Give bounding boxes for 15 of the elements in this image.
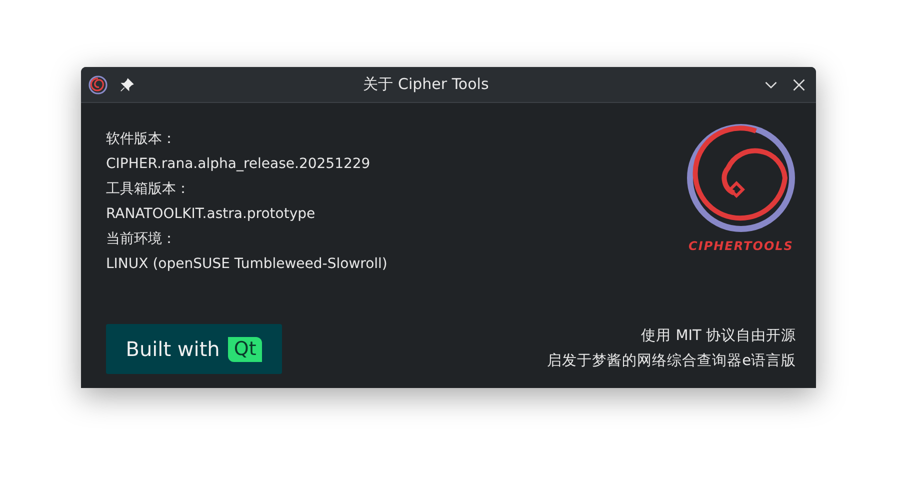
badge-text: Built with	[126, 337, 220, 361]
pin-icon[interactable]	[120, 78, 134, 92]
close-icon[interactable]	[792, 78, 806, 92]
note-text: 使用 MIT 协议自由开源	[641, 326, 796, 346]
field-label: 工具箱版本：	[106, 180, 191, 199]
qt-logo: Qt	[228, 336, 262, 362]
logo-wordmark: CIPHERTOOLS	[688, 239, 794, 253]
field-label: 软件版本：	[106, 130, 177, 149]
field-value: LINUX (openSUSE Tumbleweed-Slowroll)	[106, 255, 388, 274]
field-value: CIPHER.rana.alpha_release.20251229	[106, 155, 372, 174]
spiral-logo-icon	[88, 74, 108, 94]
note-text: 启发于梦酱的网络综合查询器e语言版	[547, 352, 796, 371]
field-value: RANATOOLKIT.astra.prototype	[106, 205, 316, 224]
window-title: 关于 Cipher Tools	[362, 75, 490, 94]
field-label: 当前环境：	[106, 230, 177, 249]
